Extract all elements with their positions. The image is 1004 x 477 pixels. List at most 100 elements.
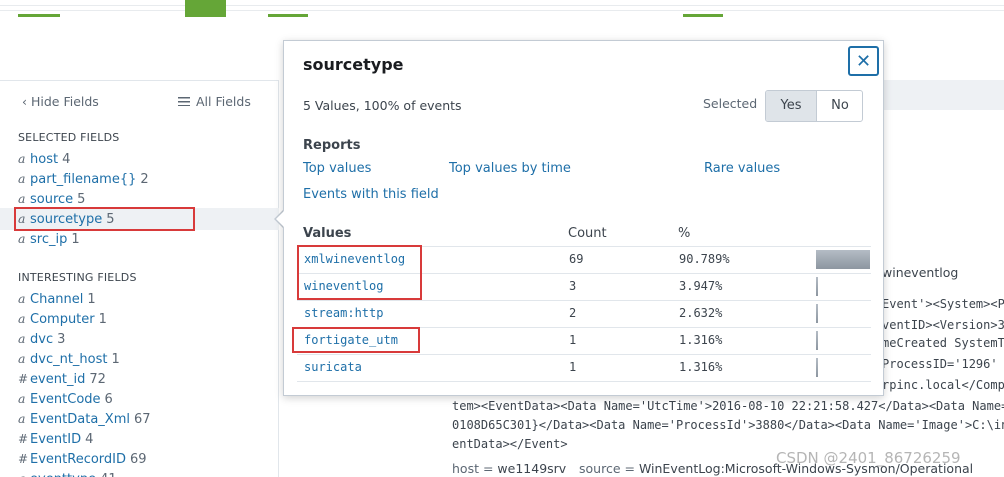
timeline-bar[interactable] [683,14,723,17]
field-count: 4 [62,152,71,167]
string-type-icon: a [18,351,26,366]
field-item-eventid[interactable]: # EventID 4 [18,429,93,449]
field-name[interactable]: source [30,192,73,207]
field-count: 1 [98,312,107,327]
value-count: 1 [569,360,577,374]
numeric-type-icon: # [18,372,29,386]
selected-no-button[interactable]: No [817,91,862,121]
interesting-fields-title: INTERESTING FIELDS [18,271,137,284]
values-summary: 5 Values, 100% of events [303,98,462,113]
all-fields-button[interactable]: All Fields [178,94,251,109]
field-item-event-id[interactable]: # event_id 72 [18,369,106,389]
field-name[interactable]: EventRecordID [30,452,126,467]
field-name[interactable]: event_id [30,372,85,387]
selected-fields-title: SELECTED FIELDS [18,131,120,144]
field-name[interactable]: host [30,152,58,167]
rare-values-link[interactable]: Rare values [704,161,780,176]
field-name[interactable]: Computer [30,312,95,327]
host-value[interactable]: we1149srv [497,461,566,476]
close-icon: ✕ [855,51,872,72]
list-icon [178,97,190,106]
field-name[interactable]: part_filename{} [30,172,136,187]
field-name[interactable]: eventtype [30,472,96,477]
field-name[interactable]: dvc_nt_host [30,352,108,367]
timeline-bar[interactable] [18,14,60,17]
field-item-dvc-nt-host[interactable]: a dvc_nt_host 1 [18,349,120,369]
event-text: ProcessID='1296' [882,357,998,371]
field-item-computer[interactable]: a Computer 1 [18,309,107,329]
event-text: rpinc.local</Compu [882,378,1004,392]
string-type-icon: a [18,311,26,326]
close-button[interactable]: ✕ [848,46,879,76]
field-item-part-filename[interactable]: a part_filename{} 2 [18,169,149,189]
field-count: 41 [100,472,117,477]
string-type-icon: a [18,171,26,186]
field-item-channel[interactable]: a Channel 1 [18,289,96,309]
string-type-icon: a [18,391,26,406]
string-type-icon: a [18,231,26,246]
selected-yes-button[interactable]: Yes [766,91,817,121]
highlight-box [14,207,195,231]
field-count: 72 [89,372,106,387]
field-name[interactable]: Channel [30,292,83,307]
value-count: 3 [569,279,577,293]
watermark: CSDN @2401_86726259 [776,449,961,467]
field-name[interactable]: EventCode [30,392,101,407]
event-host-meta[interactable]: host = we1149srv [452,461,566,476]
value-link[interactable]: stream:http [304,306,383,320]
field-count: 1 [111,352,120,367]
timeline-bar[interactable] [268,14,308,17]
source-key: source = [579,461,635,476]
value-row: suricata 1 1.316% [297,354,871,381]
popup-arrow-fill [276,211,284,227]
selected-label: Selected [703,96,758,111]
percent-bar [816,331,818,350]
field-count: 5 [77,192,86,207]
field-item-eventcode[interactable]: a EventCode 6 [18,389,113,409]
field-item-source[interactable]: a source 5 [18,189,85,209]
string-type-icon: a [18,469,30,477]
field-count: 69 [130,452,147,467]
percent-bar [816,277,818,296]
value-count: 2 [569,306,577,320]
percent-bar [816,358,818,377]
percent-bar [816,304,818,323]
highlight-box [297,245,422,300]
percent-column-header: % [678,226,691,241]
field-name[interactable]: EventID [30,432,81,447]
timeline-bar[interactable] [185,0,226,17]
timeline-gridline [0,10,1004,11]
value-count: 1 [569,333,577,347]
highlight-box [292,327,420,353]
field-count: 2 [140,172,149,187]
top-values-by-time-link[interactable]: Top values by time [449,161,571,176]
event-text: wineventlog [882,265,959,280]
table-divider [297,381,871,382]
field-item-dvc[interactable]: a dvc 3 [18,329,65,349]
value-percent: 90.789% [679,252,730,266]
value-link[interactable]: suricata [304,360,362,374]
string-type-icon: a [18,331,26,346]
hide-fields-button[interactable]: ‹ Hide Fields [22,94,99,109]
field-item-host[interactable]: a host 4 [18,149,70,169]
field-item-eventtype[interactable]: aeventtype 41 [18,469,117,477]
all-fields-label: All Fields [196,94,251,109]
string-type-icon: a [18,411,26,426]
field-item-eventrecordid[interactable]: # EventRecordID 69 [18,449,147,469]
field-name[interactable]: EventData_Xml [30,412,130,427]
field-name[interactable]: dvc [30,332,53,347]
fields-sidebar: ‹ Hide Fields All Fields SELECTED FIELDS… [0,80,279,477]
event-text: entData></Event> [452,437,568,451]
value-count: 69 [569,252,584,266]
events-with-field-link[interactable]: Events with this field [303,187,439,202]
value-percent: 3.947% [679,279,723,293]
field-item-eventdata-xml[interactable]: a EventData_Xml 67 [18,409,151,429]
field-name[interactable]: src_ip [30,232,67,247]
numeric-type-icon: # [18,432,29,446]
values-column-header: Values [303,226,352,241]
timeline-gridline [0,5,1004,6]
string-type-icon: a [18,291,26,306]
top-values-link[interactable]: Top values [303,161,371,176]
count-column-header: Count [568,226,607,241]
field-item-src-ip[interactable]: a src_ip 1 [18,229,80,249]
